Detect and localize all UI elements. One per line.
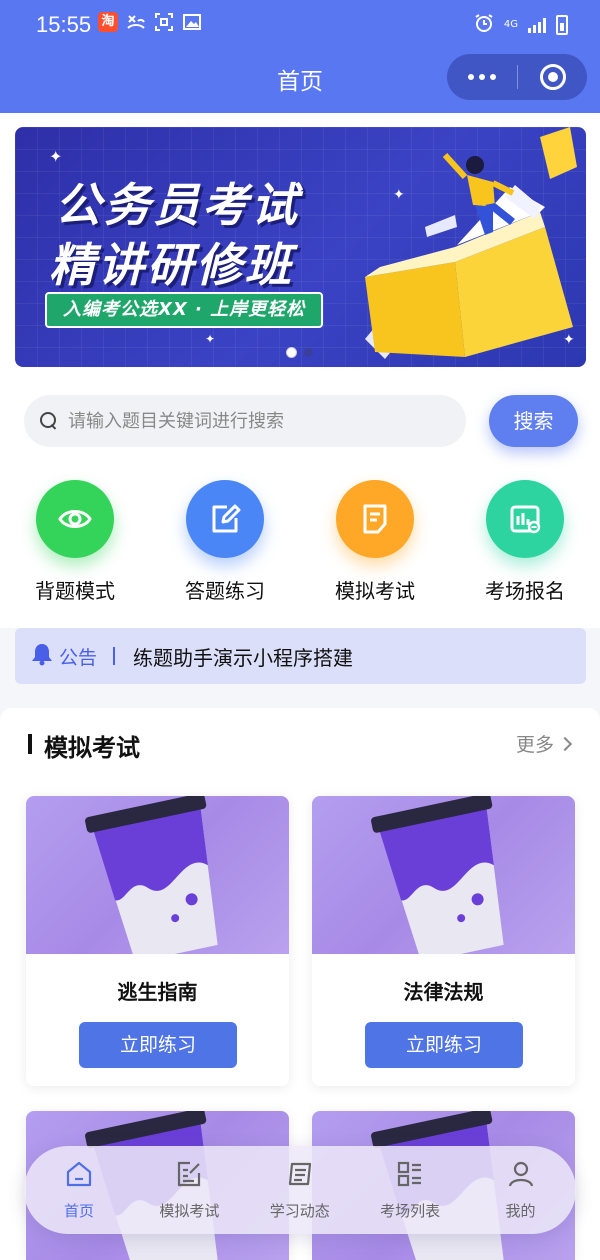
bottom-tab-bar: 首页 模拟考试 学习动态 考场列表 我的 xyxy=(24,1146,576,1234)
search-button[interactable]: 搜索 xyxy=(489,395,578,447)
book-illustration xyxy=(365,127,577,359)
close-miniprogram-button[interactable] xyxy=(518,54,587,100)
call-missed-icon xyxy=(126,12,146,32)
shortcut-exam-registration[interactable]: 考场报名 xyxy=(465,480,585,605)
banner-dot-active[interactable] xyxy=(287,348,296,357)
image-icon xyxy=(182,12,202,32)
tab-label: 考场列表 xyxy=(380,1202,441,1220)
tab-label: 我的 xyxy=(505,1202,536,1220)
taobao-app-icon: 淘 xyxy=(98,12,118,32)
banner-dot[interactable] xyxy=(304,348,313,357)
banner-pagination xyxy=(287,348,313,357)
network-type: 4G xyxy=(503,19,518,30)
practice-now-button[interactable]: 立即练习 xyxy=(365,1022,523,1068)
shortcut-label: 背题模式 xyxy=(35,579,115,603)
tab-mock-exam[interactable]: 模拟考试 xyxy=(134,1146,244,1234)
tab-study-news[interactable]: 学习动态 xyxy=(245,1146,355,1234)
more-label: 更多 xyxy=(516,734,555,756)
banner-headline-2: 精讲研修班 xyxy=(49,238,294,292)
status-notification-icons: 淘 xyxy=(98,12,202,32)
announcement-bar[interactable]: 公告 练题助手演示小程序搭建 xyxy=(15,628,586,684)
target-icon xyxy=(539,64,566,90)
shortcut-label: 考场报名 xyxy=(485,579,565,603)
promo-banner[interactable]: ✦ ✦ ✦ ✦ 公务员考试 精讲研修班 入编考公选XX · 上岸更轻松 xyxy=(15,127,586,367)
battery-icon xyxy=(556,15,568,35)
search-input[interactable] xyxy=(68,410,448,432)
banner-headline-1: 公务员考试 xyxy=(55,178,300,232)
shortcut-answer-practice[interactable]: 答题练习 xyxy=(165,480,285,605)
miniprogram-capsule xyxy=(447,54,587,100)
tab-mine[interactable]: 我的 xyxy=(466,1146,576,1234)
exam-card-image xyxy=(312,796,575,954)
chart-board-icon xyxy=(486,480,564,558)
exam-card[interactable]: 逃生指南 立即练习 xyxy=(26,796,289,1086)
shortcut-recite-mode[interactable]: 背题模式 xyxy=(15,480,135,605)
eye-icon xyxy=(36,480,114,558)
bell-icon xyxy=(31,642,53,670)
more-options-button[interactable] xyxy=(447,54,517,100)
home-icon xyxy=(66,1161,92,1187)
section-accent-bar xyxy=(28,734,32,754)
alarm-icon xyxy=(474,13,494,37)
exam-card-title: 法律法规 xyxy=(403,980,484,1004)
announcement-text: 练题助手演示小程序搭建 xyxy=(133,645,354,670)
exam-card[interactable]: 法律法规 立即练习 xyxy=(312,796,575,1086)
chevron-right-icon xyxy=(557,736,573,751)
section-title: 模拟考试 xyxy=(44,734,140,762)
shortcut-label: 答题练习 xyxy=(185,579,265,603)
more-link[interactable]: 更多 xyxy=(516,730,573,757)
search-icon xyxy=(38,410,60,432)
tab-label: 首页 xyxy=(63,1202,94,1220)
status-time: 15:55 xyxy=(36,12,92,37)
exam-card-image xyxy=(26,796,289,954)
signal-icon xyxy=(528,17,546,33)
tab-label: 模拟考试 xyxy=(159,1202,220,1220)
scan-icon xyxy=(154,12,174,32)
shortcut-mock-exam[interactable]: 模拟考试 xyxy=(315,480,435,605)
sparkle-icon: ✦ xyxy=(49,147,63,166)
document-icon xyxy=(336,480,414,558)
announcement-divider xyxy=(113,647,116,665)
practice-now-button[interactable]: 立即练习 xyxy=(79,1022,237,1068)
banner-tagline: 入编考公选XX · 上岸更轻松 xyxy=(45,292,324,328)
exam-icon xyxy=(178,1161,201,1187)
shortcut-label: 模拟考试 xyxy=(335,579,415,603)
search-box[interactable] xyxy=(24,395,466,447)
tab-home[interactable]: 首页 xyxy=(24,1146,134,1234)
announcement-label: 公告 xyxy=(59,646,98,669)
edit-icon xyxy=(186,480,264,558)
list-icon xyxy=(398,1161,422,1187)
news-icon xyxy=(288,1162,311,1186)
status-system-icons: 4G xyxy=(474,13,568,37)
sparkle-icon: ✦ xyxy=(205,332,216,346)
tab-exam-venues[interactable]: 考场列表 xyxy=(355,1146,465,1234)
nav-header: 15:55 淘 4G 首页 xyxy=(0,0,600,113)
tab-label: 学习动态 xyxy=(269,1202,330,1220)
user-icon xyxy=(508,1161,533,1187)
exam-card-title: 逃生指南 xyxy=(117,980,198,1004)
